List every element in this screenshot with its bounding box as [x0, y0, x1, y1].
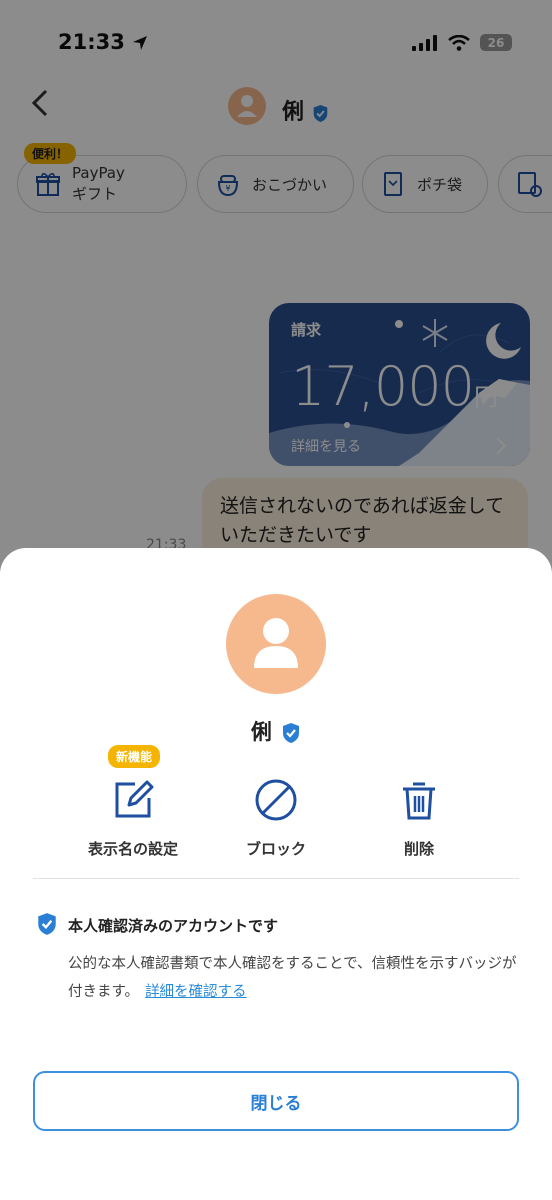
block-button[interactable]: ブロック: [196, 778, 356, 859]
verified-badge-icon: [283, 723, 300, 743]
close-button[interactable]: 閉じる: [33, 1071, 519, 1131]
profile-name: 俐: [0, 716, 552, 746]
new-feature-badge: 新機能: [108, 745, 161, 768]
verification-details-link[interactable]: 詳細を確認する: [145, 984, 247, 1000]
verification-title: 本人確認済みのアカウントです: [68, 917, 279, 935]
block-icon: [255, 779, 297, 821]
edit-icon: [115, 780, 154, 818]
display-name-setting-button[interactable]: 表示名の設定: [53, 778, 213, 859]
trash-icon: [403, 782, 435, 820]
action-label: 表示名の設定: [87, 840, 178, 858]
profile-avatar: [226, 594, 326, 694]
verification-text: 公的な本人確認書類で本人確認をすることで、信頼性を示すバッジが付きます。: [68, 956, 517, 1000]
divider: [33, 878, 519, 879]
action-label: 削除: [403, 840, 434, 858]
verification-description: 公的な本人確認書類で本人確認をすることで、信頼性を示すバッジが付きます。 詳細を確…: [68, 950, 528, 1006]
person-icon: [254, 618, 298, 668]
profile-bottom-sheet: 俐 新機能 表示名の設定 ブロック 削除 本人確認済みのアカウントです 公的な本…: [0, 548, 552, 1200]
action-label: ブロック: [245, 840, 306, 858]
delete-button[interactable]: 削除: [339, 778, 499, 859]
shield-check-icon: [38, 913, 56, 935]
